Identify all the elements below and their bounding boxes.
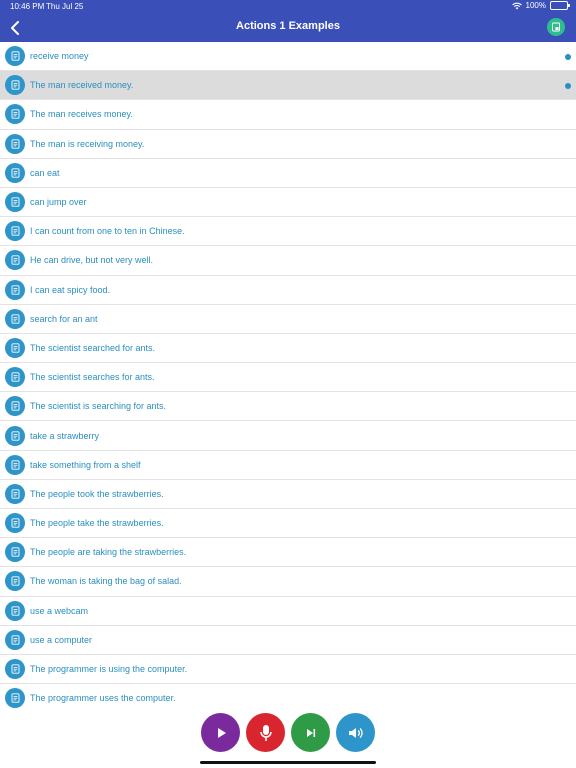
list-item-label: search for an ant: [30, 313, 98, 324]
status-dot: [565, 83, 571, 90]
speaker-icon: [348, 727, 363, 738]
document-icon: [5, 279, 25, 300]
wifi-icon: [511, 2, 522, 9]
list-item-label: use a webcam: [30, 605, 89, 616]
record-button[interactable]: [246, 713, 285, 752]
microphone-icon: [259, 724, 272, 741]
list-item[interactable]: The man received money.: [0, 71, 576, 101]
home-indicator: [200, 761, 376, 764]
list-item[interactable]: can jump over: [0, 187, 576, 218]
list-item[interactable]: I can count from one to ten in Chinese.: [0, 217, 576, 247]
document-icon: [5, 250, 25, 271]
document-icon: [5, 513, 25, 534]
list-item-label: I can count from one to ten in Chinese.: [30, 226, 185, 237]
speaker-button[interactable]: [336, 713, 375, 752]
list-item[interactable]: The man receives money.: [0, 100, 576, 130]
list-item[interactable]: The people are taking the strawberries.: [0, 538, 576, 568]
next-button[interactable]: [291, 713, 330, 752]
list-item[interactable]: take something from a shelf: [0, 450, 576, 480]
list-item-label: The scientist searches for ants.: [30, 372, 155, 383]
list-item-label: The people took the strawberries.: [30, 488, 164, 499]
list-item[interactable]: The scientist searches for ants.: [0, 363, 576, 393]
status-bar: 10:46 PM Thu Jul 25 100%: [0, 0, 576, 13]
list-item-label: can jump over: [30, 197, 87, 208]
list-item[interactable]: The scientist searched for ants.: [0, 333, 576, 364]
list-item[interactable]: use a webcam: [0, 596, 576, 626]
nav-bar: Actions 1 Examples: [0, 13, 576, 42]
document-icon: [5, 396, 25, 417]
document-icon: [5, 600, 25, 621]
document-icon: [5, 454, 25, 475]
document-icon: [5, 367, 25, 388]
list-item-label: take a strawberry: [30, 430, 100, 441]
examples-list[interactable]: receive money The man received money. The …: [0, 42, 576, 709]
document-icon: [5, 659, 25, 680]
document-icon: [5, 192, 25, 213]
list-item[interactable]: The man is receiving money.: [0, 129, 576, 159]
list-item[interactable]: The people take the strawberries.: [0, 509, 576, 539]
list-item-label: The programmer uses the computer.: [30, 693, 176, 704]
list-item-label: The man received money.: [30, 80, 134, 91]
document-icon: [5, 162, 25, 183]
list-item[interactable]: The programmer uses the computer.: [0, 684, 576, 709]
list-item-label: use a computer: [30, 634, 93, 645]
document-icon: [5, 75, 25, 96]
document-icon: [5, 571, 25, 592]
list-item[interactable]: receive money: [0, 42, 576, 72]
list-item-label: I can eat spicy food.: [30, 284, 111, 295]
list-item-label: The man is receiving money.: [30, 138, 145, 149]
export-button[interactable]: [547, 18, 565, 36]
list-item-label: He can drive, but not very well.: [30, 255, 154, 266]
list-item[interactable]: search for an ant: [0, 304, 576, 334]
document-icon: [5, 221, 25, 242]
list-item[interactable]: The programmer is using the computer.: [0, 654, 576, 685]
top-bar: 10:46 PM Thu Jul 25 100% Actions 1 Examp…: [0, 0, 576, 42]
list-item-label: receive money: [30, 51, 89, 62]
list-item-label: can eat: [30, 167, 60, 178]
document-icon: [5, 542, 25, 563]
document-icon: [5, 133, 25, 154]
list-item-label: The people take the strawberries.: [30, 518, 164, 529]
skip-next-icon: [306, 728, 315, 737]
battery-percent: 100%: [525, 1, 546, 10]
document-icon: [5, 629, 25, 650]
list-item[interactable]: The woman is taking the bag of salad.: [0, 567, 576, 597]
status-date: Thu Jul 25: [46, 2, 84, 11]
list-item-label: The scientist searched for ants.: [30, 342, 156, 353]
document-icon: [552, 22, 560, 32]
list-item[interactable]: use a computer: [0, 625, 576, 655]
battery-icon: [550, 1, 570, 10]
list-item[interactable]: I can eat spicy food.: [0, 275, 576, 305]
list-item[interactable]: He can drive, but not very well.: [0, 246, 576, 276]
list-item[interactable]: take a strawberry: [0, 421, 576, 451]
document-icon: [5, 308, 25, 329]
list-item[interactable]: can eat: [0, 158, 576, 188]
list-item[interactable]: The scientist is searching for ants.: [0, 392, 576, 422]
page-title: Actions 1 Examples: [236, 20, 340, 32]
playback-controls: [0, 709, 576, 768]
list-item-label: The woman is taking the bag of salad.: [30, 576, 182, 587]
document-icon: [5, 104, 25, 125]
list-item[interactable]: The people took the strawberries.: [0, 479, 576, 509]
document-icon: [5, 688, 25, 709]
play-icon: [217, 727, 226, 738]
list-item-label: The man receives money.: [30, 109, 133, 120]
status-right: 100%: [511, 1, 570, 10]
status-dot: [565, 54, 571, 60]
play-button[interactable]: [201, 713, 240, 752]
list-item-label: The people are taking the strawberries.: [30, 547, 187, 558]
list-item-label: The programmer is using the computer.: [30, 664, 188, 675]
status-time: 10:46 PM: [10, 2, 45, 11]
list-item-label: take something from a shelf: [30, 459, 141, 470]
document-icon: [5, 46, 25, 67]
document-icon: [5, 425, 25, 446]
document-icon: [5, 337, 25, 358]
list-item-label: The scientist is searching for ants.: [30, 401, 167, 412]
document-icon: [5, 483, 25, 504]
